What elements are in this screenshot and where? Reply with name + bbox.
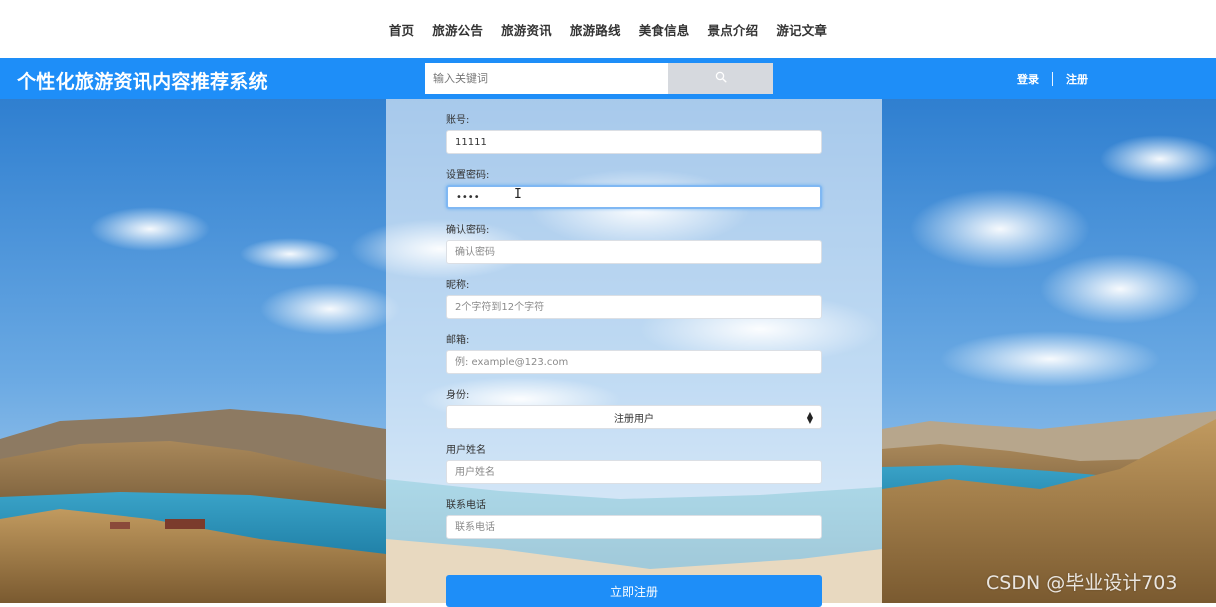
password-label: 设置密码: [446,170,490,181]
nav-item-routes[interactable]: 旅游路线 [561,20,630,39]
search-input[interactable] [425,63,669,94]
confirm-password-input[interactable] [446,240,822,264]
auth-divider [1052,71,1053,86]
phone-input[interactable] [446,515,822,539]
site-title: 个性化旅游资讯内容推荐系统 [17,71,268,93]
realname-input[interactable] [446,460,822,484]
nav-item-news[interactable]: 旅游资讯 [492,20,561,39]
register-link[interactable]: 注册 [1066,71,1088,87]
nav-list: 首页 旅游公告 旅游资讯 旅游路线 美食信息 景点介绍 游记文章 [380,20,836,39]
phone-label: 联系电话 [446,500,486,511]
identity-selected-value: 注册用户 [614,413,654,425]
nav-item-attractions[interactable]: 景点介绍 [699,20,768,39]
search-button[interactable] [668,63,773,94]
nav-item-announcements[interactable]: 旅游公告 [423,20,492,39]
identity-label: 身份: [446,390,470,401]
register-submit-button[interactable]: 立即注册 [446,575,822,607]
auth-links: 登录 注册 [1017,58,1088,99]
select-caret-icon: ▲ ▼ [806,410,813,425]
nickname-label: 昵称: [446,280,470,291]
login-link[interactable]: 登录 [1017,71,1039,87]
email-label: 邮箱: [446,335,470,346]
confirm-password-label: 确认密码: [446,225,490,236]
text-cursor-icon: I [514,187,522,202]
realname-label: 用户姓名 [446,445,486,456]
top-navigation: 首页 旅游公告 旅游资讯 旅游路线 美食信息 景点介绍 游记文章 [0,0,1216,58]
nav-item-food[interactable]: 美食信息 [630,20,699,39]
watermark: CSDN @毕业设计703 [986,572,1178,594]
header-bar: 个性化旅游资讯内容推荐系统 登录 注册 [0,58,1216,99]
account-input[interactable] [446,130,822,154]
identity-select[interactable]: 注册用户 ▲ ▼ [446,405,822,429]
nav-item-travel-notes[interactable]: 游记文章 [767,20,836,39]
password-input[interactable] [446,185,822,209]
search-icon [715,71,727,86]
nav-item-home[interactable]: 首页 [380,20,423,39]
nickname-input[interactable] [446,295,822,319]
email-input[interactable] [446,350,822,374]
account-label: 账号: [446,115,470,126]
